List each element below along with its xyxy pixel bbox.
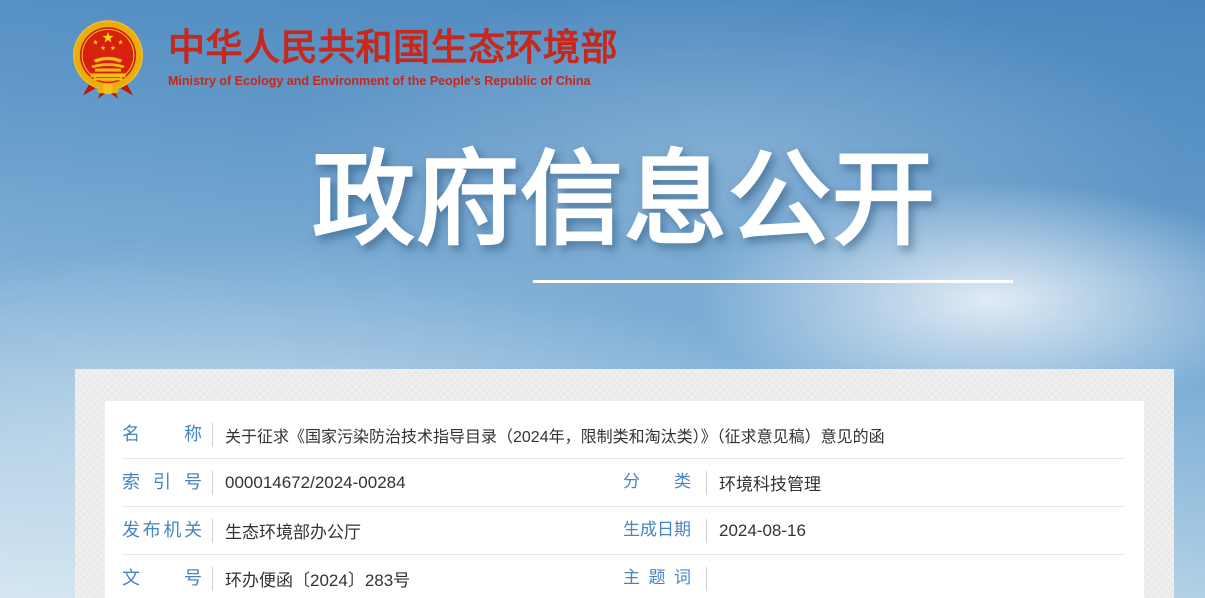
cell-name: 名称 关于征求《国家污染防治技术指导目录（2024年，限制类和淘汰类）》（征求意… [122,423,1125,447]
field-label-date: 生成日期 [623,520,691,540]
title-underline [533,280,1013,283]
field-label-subject: 主题词 [623,568,691,588]
national-emblem-icon [70,16,146,102]
field-label-name: 名称 [122,424,202,446]
table-row-issuer: 发布机关 生态环境部办公厅 生成日期 2024-08-16 [122,507,1125,554]
cell-doc-no: 文号 环办便函〔2024〕283号 [122,566,623,591]
label-separator [212,423,213,447]
label-separator [212,519,213,543]
table-row-index: 索引号 000014672/2024-00284 分类 环境科技管理 [122,459,1125,506]
cell-index-no: 索引号 000014672/2024-00284 [122,471,623,495]
field-value-doc-no: 环办便函〔2024〕283号 [225,566,410,591]
table-row-doc-no: 文号 环办便函〔2024〕283号 主题词 [122,555,1125,598]
ministry-home-link[interactable]: 中华人民共和国生态环境部 Ministry of Ecology and Env… [70,16,618,102]
ministry-name-en: Ministry of Ecology and Environment of t… [168,74,618,88]
field-label-category: 分类 [623,472,691,492]
cell-issuer: 发布机关 生态环境部办公厅 [122,518,623,543]
content-band: 名称 关于征求《国家污染防治技术指导目录（2024年，限制类和淘汰类）》（征求意… [75,369,1174,598]
field-label-issuer: 发布机关 [122,520,202,542]
label-separator [212,471,213,495]
cell-category: 分类 环境科技管理 [623,470,1125,495]
field-value-issuer: 生态环境部办公厅 [225,518,361,543]
label-separator [706,567,707,591]
field-value-index-no: 000014672/2024-00284 [225,473,406,493]
label-separator [706,519,707,543]
ministry-name-cn: 中华人民共和国生态环境部 [168,28,618,69]
field-value-name: 关于征求《国家污染防治技术指导目录（2024年，限制类和淘汰类）》（征求意见稿）… [225,423,885,447]
document-info-card: 名称 关于征求《国家污染防治技术指导目录（2024年，限制类和淘汰类）》（征求意… [105,401,1144,598]
cell-subject: 主题词 [623,567,1125,591]
label-separator [212,567,213,591]
table-row-name: 名称 关于征求《国家污染防治技术指导目录（2024年，限制类和淘汰类）》（征求意… [122,411,1125,458]
field-label-index-no: 索引号 [122,472,202,494]
page-title: 政府信息公开 [312,146,936,254]
cell-date: 生成日期 2024-08-16 [623,519,1125,543]
field-label-doc-no: 文号 [122,568,202,590]
field-value-date: 2024-08-16 [719,521,806,541]
field-value-category: 环境科技管理 [719,470,821,495]
label-separator [706,471,707,495]
ministry-titles: 中华人民共和国生态环境部 Ministry of Ecology and Env… [168,16,618,88]
